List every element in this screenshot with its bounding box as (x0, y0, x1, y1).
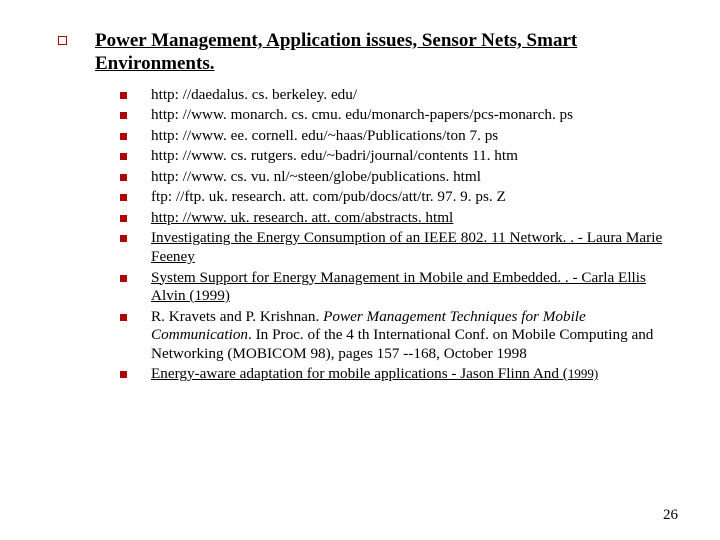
list-item: System Support for Energy Management in … (120, 269, 678, 306)
text-run: R. Kravets and P. Krishnan. (151, 308, 323, 325)
bullet-square-icon (120, 112, 127, 119)
list-item: Energy-aware adaptation for mobile appli… (120, 365, 678, 384)
bullet-square-icon (120, 153, 127, 160)
text-run-small: 1999) (568, 366, 598, 381)
reference-link[interactable]: System Support for Energy Management in … (151, 269, 646, 305)
reference-link[interactable]: Energy-aware adaptation for mobile appli… (151, 365, 598, 382)
slide-heading: Power Management, Application issues, Se… (95, 30, 678, 76)
list-item-text: Energy-aware adaptation for mobile appli… (151, 365, 598, 384)
bullet-square-icon (120, 314, 127, 321)
bullet-square-icon (120, 194, 127, 201)
bullet-square-icon (120, 133, 127, 140)
list-item-text: http: //www. uk. research. att. com/abst… (151, 209, 453, 228)
bullet-square-icon (120, 215, 127, 222)
list-item-text: http: //www. monarch. cs. cmu. edu/monar… (151, 106, 573, 125)
list-item-text: System Support for Energy Management in … (151, 269, 678, 306)
list-item: http: //daedalus. cs. berkeley. edu/ (120, 86, 678, 105)
list-item: http: //www. ee. cornell. edu/~haas/Publ… (120, 127, 678, 146)
list-item: http: //www. cs. vu. nl/~steen/globe/pub… (120, 168, 678, 187)
bullet-square-icon (120, 371, 127, 378)
list-item: http: //www. uk. research. att. com/abst… (120, 209, 678, 228)
reference-link[interactable]: http: //www. uk. research. att. com/abst… (151, 209, 453, 226)
list-item: http: //www. cs. rutgers. edu/~badri/jou… (120, 147, 678, 166)
list-item: http: //www. monarch. cs. cmu. edu/monar… (120, 106, 678, 125)
list-item: ftp: //ftp. uk. research. att. com/pub/d… (120, 188, 678, 207)
bullet-square-icon (120, 174, 127, 181)
bullet-square-icon (120, 275, 127, 282)
list-item-text: ftp: //ftp. uk. research. att. com/pub/d… (151, 188, 506, 207)
list-item-text: http: //www. ee. cornell. edu/~haas/Publ… (151, 127, 498, 146)
bullet-square-icon (120, 235, 127, 242)
page-number: 26 (663, 507, 678, 524)
list-item-text: R. Kravets and P. Krishnan. Power Manage… (151, 308, 678, 364)
list-item-text: http: //www. cs. vu. nl/~steen/globe/pub… (151, 168, 481, 187)
list-item: R. Kravets and P. Krishnan. Power Manage… (120, 308, 678, 364)
bullet-list: http: //daedalus. cs. berkeley. edu/ htt… (120, 86, 678, 384)
heading-row: Power Management, Application issues, Se… (58, 30, 678, 76)
list-item-text: http: //daedalus. cs. berkeley. edu/ (151, 86, 357, 105)
list-item-text: Investigating the Energy Consumption of … (151, 229, 678, 266)
reference-link[interactable]: Investigating the Energy Consumption of … (151, 229, 662, 265)
bullet-square-icon (120, 92, 127, 99)
list-item: Investigating the Energy Consumption of … (120, 229, 678, 266)
text-run: Energy-aware adaptation for mobile appli… (151, 365, 568, 382)
list-item-text: http: //www. cs. rutgers. edu/~badri/jou… (151, 147, 518, 166)
slide-page: Power Management, Application issues, Se… (0, 0, 720, 540)
bullet-open-square-icon (58, 36, 67, 45)
